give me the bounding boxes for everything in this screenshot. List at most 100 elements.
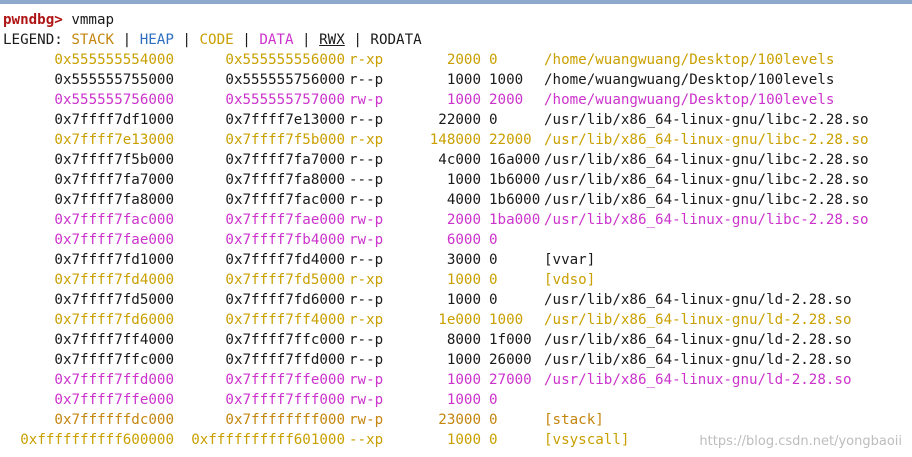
row-path: [stack]	[544, 412, 604, 428]
row-size: 1000	[446, 172, 481, 188]
row-offset: 27000	[489, 372, 532, 388]
legend-separator: |	[122, 32, 132, 48]
row-path: [vdso]	[544, 272, 596, 288]
row-end-address: 0x555555757000	[225, 92, 345, 108]
vmmap-row: 0x7ffff7fd4000 0x7ffff7fd5000 r-xp 1000 0 [vd…	[3, 270, 908, 290]
row-offset: 0	[489, 412, 498, 428]
row-size: 22000	[438, 112, 481, 128]
row-path: /usr/lib/x86_64-linux-gnu/libc-2.28.so	[544, 172, 869, 188]
row-permissions: r--p	[349, 72, 384, 88]
row-start-address: 0x7ffff7fd1000	[54, 252, 174, 268]
row-start-address: 0x7ffff7ff4000	[54, 332, 174, 348]
row-path: /usr/lib/x86_64-linux-gnu/libc-2.28.so	[544, 192, 869, 208]
vmmap-table: 0x555555554000 0x555555556000 r-xp 2000 0/ho…	[3, 50, 908, 450]
row-start-address: 0x7ffff7fae000	[54, 232, 174, 248]
row-permissions: r--p	[349, 292, 384, 308]
row-offset: 0	[489, 432, 498, 448]
row-path: /usr/lib/x86_64-linux-gnu/libc-2.28.so	[544, 152, 869, 168]
row-end-address: 0x7ffff7fd4000	[225, 252, 345, 268]
row-offset: 1000	[489, 72, 524, 88]
vmmap-row: 0x555555756000 0x555555757000 rw-p 1000 2000…	[3, 90, 908, 110]
row-size: 8000	[446, 332, 481, 348]
legend-code: CODE	[199, 32, 234, 48]
row-permissions: r--p	[349, 332, 384, 348]
command-text: vmmap	[71, 12, 115, 28]
row-start-address: 0x7ffff7fac000	[54, 212, 174, 228]
row-permissions: r--p	[349, 112, 384, 128]
row-offset: 1b6000	[489, 172, 541, 188]
row-permissions: r-xp	[349, 132, 384, 148]
row-path: /home/wuangwuang/Desktop/100levels	[544, 72, 835, 88]
row-start-address: 0xffffffffff600000	[20, 432, 174, 448]
vmmap-row: 0x7ffffffdc000 0x7ffffffff000 rw-p 23000 0 [s…	[3, 410, 908, 430]
row-start-address: 0x555555554000	[54, 52, 174, 68]
row-permissions: rw-p	[349, 412, 384, 428]
row-start-address: 0x7ffff7fd6000	[54, 312, 174, 328]
row-permissions: --xp	[349, 432, 384, 448]
row-start-address: 0x7ffff7ffd000	[54, 372, 174, 388]
row-permissions: rw-p	[349, 392, 384, 408]
row-path: /usr/lib/x86_64-linux-gnu/ld-2.28.so	[544, 332, 852, 348]
row-permissions: r--p	[349, 252, 384, 268]
row-permissions: ---p	[349, 172, 384, 188]
legend-heap: HEAP	[139, 32, 174, 48]
row-end-address: 0x7ffff7fa8000	[225, 172, 345, 188]
row-end-address: 0x7ffff7ff4000	[225, 312, 345, 328]
legend-separator: |	[302, 32, 311, 48]
vmmap-row: 0x7ffff7fa7000 0x7ffff7fa8000 ---p 1000 1b60…	[3, 170, 908, 190]
row-offset: 0	[489, 252, 498, 268]
vmmap-row: 0x555555755000 0x555555756000 r--p 1000 1000…	[3, 70, 908, 90]
vmmap-row: 0x7ffff7fd6000 0x7ffff7ff4000 r-xp 1e000 100…	[3, 310, 908, 330]
vmmap-row: 0x7ffff7fd1000 0x7ffff7fd4000 r--p 3000 0 [vv…	[3, 250, 908, 270]
row-end-address: 0x7ffff7fac000	[225, 192, 345, 208]
legend-separator: |	[242, 32, 251, 48]
vmmap-row: 0x7ffff7ffd000 0x7ffff7ffe000 rw-p 1000 2700…	[3, 370, 908, 390]
row-end-address: 0x7ffffffff000	[225, 412, 345, 428]
vmmap-row: 0x7ffff7ffe000 0x7ffff7fff000 rw-p 1000 0	[3, 390, 908, 410]
row-permissions: r-xp	[349, 312, 384, 328]
row-start-address: 0x7ffff7ffc000	[54, 352, 174, 368]
row-end-address: 0x7ffff7fd5000	[225, 272, 345, 288]
window-top-border	[0, 0, 912, 4]
legend-data: DATA	[259, 32, 294, 48]
row-offset: 0	[489, 112, 498, 128]
row-size: 1000	[446, 392, 481, 408]
vmmap-row: 0x7ffff7ffc000 0x7ffff7ffd000 r--p 1000 2600…	[3, 350, 908, 370]
legend-separator: |	[182, 32, 191, 48]
legend-stack: STACK	[71, 32, 115, 48]
row-end-address: 0x7ffff7f5b000	[225, 132, 345, 148]
row-permissions: r--p	[349, 352, 384, 368]
terminal-output[interactable]: pwndbg> vmmap LEGEND: STACK | HEAP | COD…	[3, 10, 908, 457]
row-size: 1000	[446, 372, 481, 388]
row-start-address: 0x7ffff7fa7000	[54, 172, 174, 188]
row-size: 3000	[446, 252, 481, 268]
row-offset: 1b6000	[489, 192, 541, 208]
vmmap-row: 0x7ffff7fae000 0x7ffff7fb4000 rw-p 6000 0	[3, 230, 908, 250]
row-end-address: 0x7ffff7fff000	[225, 392, 345, 408]
row-permissions: rw-p	[349, 372, 384, 388]
row-start-address: 0x7ffff7ffe000	[54, 392, 174, 408]
row-end-address: 0x555555756000	[225, 72, 345, 88]
row-start-address: 0x555555755000	[54, 72, 174, 88]
row-permissions: rw-p	[349, 232, 384, 248]
row-path: /usr/lib/x86_64-linux-gnu/ld-2.28.so	[544, 352, 852, 368]
row-permissions: rw-p	[349, 212, 384, 228]
row-permissions: rw-p	[349, 92, 384, 108]
row-start-address: 0x555555756000	[54, 92, 174, 108]
row-path: /usr/lib/x86_64-linux-gnu/libc-2.28.so	[544, 112, 869, 128]
legend-label: LEGEND:	[3, 32, 63, 48]
row-offset: 0	[489, 52, 498, 68]
row-end-address: 0x7ffff7ffd000	[225, 352, 345, 368]
row-permissions: r--p	[349, 192, 384, 208]
row-path: /home/wuangwuang/Desktop/100levels	[544, 92, 835, 108]
legend-line: LEGEND: STACK | HEAP | CODE | DATA | RWX…	[3, 30, 908, 50]
row-path: /usr/lib/x86_64-linux-gnu/ld-2.28.so	[544, 292, 852, 308]
row-size: 1000	[446, 352, 481, 368]
prompt-label: pwndbg>	[3, 12, 63, 28]
legend-rodata: RODATA	[370, 32, 422, 48]
row-path: /usr/lib/x86_64-linux-gnu/libc-2.28.so	[544, 132, 869, 148]
row-path: /usr/lib/x86_64-linux-gnu/libc-2.28.so	[544, 212, 869, 228]
row-path: /usr/lib/x86_64-linux-gnu/ld-2.28.so	[544, 372, 852, 388]
row-offset: 1f000	[489, 332, 532, 348]
row-size: 148000	[429, 132, 481, 148]
